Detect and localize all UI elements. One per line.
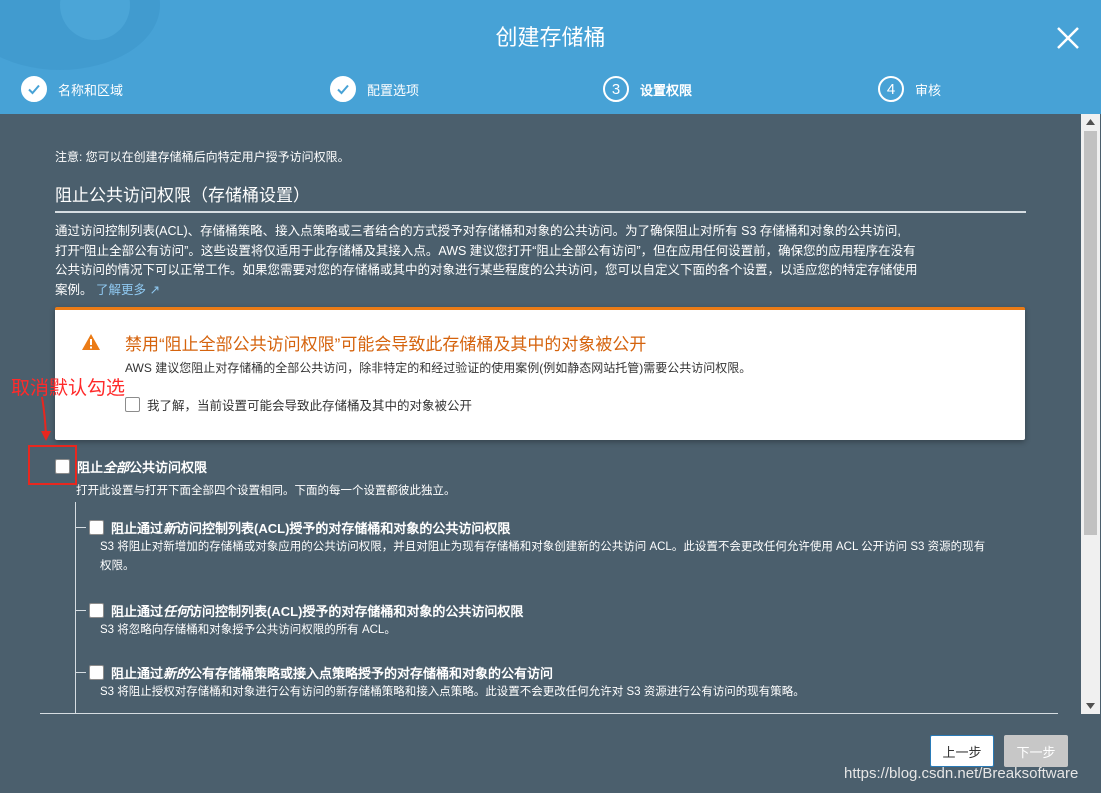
block-new-acl-option: 阻止通过新访问控制列表(ACL)授予的对存储桶和对象的公共访问权限	[75, 518, 510, 537]
description-line: 打开“阻止全部公有访问”。这些设置将仅适用于此存储桶及其接入点。AWS 建议您打…	[55, 243, 916, 258]
label-part: 访问控制列表(ACL)授予的对存储桶和对象的公共访问权限	[176, 521, 511, 536]
block-any-acl-option: 阻止通过任何访问控制列表(ACL)授予的对存储桶和对象的公共访问权限	[75, 601, 523, 620]
block-all-option: 阻止全部公共访问权限	[55, 457, 207, 476]
acknowledge-checkbox[interactable]	[125, 397, 140, 412]
step-label: 设置权限	[640, 82, 693, 98]
annotation-text: 取消默认勾选	[11, 378, 126, 399]
label-part: 公有存储桶策略或接入点策略授予的对存储桶和对象的公有访问	[189, 666, 554, 681]
scroll-down-arrow-icon[interactable]	[1081, 698, 1100, 714]
close-icon[interactable]	[1052, 22, 1084, 54]
step-review[interactable]: 4 审核	[878, 74, 941, 104]
block-any-acl-label: 阻止通过任何访问控制列表(ACL)授予的对存储桶和对象的公共访问权限	[111, 601, 523, 620]
description-line: 案例。 了解更多 ↗	[55, 281, 1025, 301]
acknowledge-label: 我了解，当前设置可能会导致此存储桶及其中的对象被公开	[147, 399, 473, 413]
description-line: 公共访问的情况下可以正常工作。如果您需要对您的存储桶或其中的对象进行某些程度的公…	[55, 263, 918, 277]
annotation-arrow-icon	[41, 396, 51, 441]
block-new-acl-checkbox[interactable]	[89, 520, 104, 535]
dialog-header: 创建存储桶 名称和区域 配置选项 3 设置权限 4 审核	[0, 0, 1101, 114]
step-number: 3	[603, 76, 629, 102]
step-label: 配置选项	[367, 82, 420, 98]
description-tail: 案例。	[55, 282, 93, 297]
previous-button[interactable]: 上一步	[930, 735, 994, 767]
scroll-up-arrow-icon[interactable]	[1081, 114, 1100, 130]
learn-more-link[interactable]: 了解更多 ↗	[96, 283, 160, 297]
permissions-content: 注意: 您可以在创建存储桶后向特定用户授予访问权限。 阻止公共访问权限（存储桶设…	[40, 114, 1082, 714]
warning-icon	[82, 334, 100, 350]
block-any-acl-checkbox[interactable]	[89, 603, 104, 618]
wizard-steps: 名称和区域 配置选项 3 设置权限 4 审核	[0, 74, 1101, 104]
step-number: 4	[878, 76, 904, 102]
watermark: https://blog.csdn.net/Breaksoftware	[844, 765, 1079, 782]
label-part: 阻止通过	[111, 604, 164, 619]
tree-branch	[75, 610, 86, 611]
close-button[interactable]	[1052, 22, 1084, 54]
external-link-icon: ↗	[149, 282, 160, 297]
tree-branch	[75, 527, 86, 528]
divider	[55, 211, 1026, 213]
block-all-label: 阻止全部公共访问权限	[77, 457, 207, 476]
tree-branch	[75, 672, 86, 673]
description-line: 权限。	[100, 560, 135, 572]
footer-divider	[40, 713, 1058, 714]
step-config-options[interactable]: 配置选项	[330, 74, 419, 104]
description-line: 通过访问控制列表(ACL)、存储桶策略、接入点策略或三者结合的方式授予对存储桶和…	[55, 224, 901, 238]
next-button[interactable]: 下一步	[1004, 735, 1068, 767]
learn-more-label: 了解更多	[96, 282, 147, 297]
annotation-highlight-box	[28, 445, 77, 485]
check-icon	[330, 76, 356, 102]
warning-text: AWS 建议您阻止对存储桶的全部公共访问，除非特定的和经过验证的使用案例(例如静…	[125, 361, 752, 375]
vertical-scrollbar[interactable]	[1081, 114, 1100, 714]
label-emphasis: 新	[163, 521, 177, 536]
label-part: 阻止	[77, 460, 104, 475]
block-any-acl-description: S3 将忽略向存储桶和对象授予公共访问权限的所有 ACL。	[100, 624, 396, 636]
scrollbar-thumb[interactable]	[1084, 131, 1097, 535]
step-name-region[interactable]: 名称和区域	[21, 74, 123, 104]
block-new-acl-description: S3 将阻止对新增加的存储桶或对象应用的公共访问权限，并且对阻止为现有存储桶和对…	[100, 538, 1030, 576]
block-new-policy-checkbox[interactable]	[89, 665, 104, 680]
step-label: 审核	[915, 82, 942, 98]
block-new-policy-label: 阻止通过新的公有存储桶策略或接入点策略授予的对存储桶和对象的公有访问	[111, 663, 553, 682]
permissions-note: 注意: 您可以在创建存储桶后向特定用户授予访问权限。	[55, 150, 350, 164]
label-emphasis: 全部	[103, 460, 130, 475]
block-all-description: 打开此设置与打开下面全部四个设置相同。下面的每一个设置都彼此独立。	[76, 485, 456, 497]
check-icon	[21, 76, 47, 102]
block-new-policy-option: 阻止通过新的公有存储桶策略或接入点策略授予的对存储桶和对象的公有访问	[75, 663, 553, 682]
dialog-title: 创建存储桶	[495, 25, 606, 50]
label-part: 公共访问权限	[129, 460, 208, 475]
acknowledge-row: 我了解，当前设置可能会导致此存储桶及其中的对象被公开	[125, 395, 472, 414]
section-description: 通过访问控制列表(ACL)、存储桶策略、接入点策略或三者结合的方式授予对存储桶和…	[55, 222, 1025, 300]
step-set-permissions[interactable]: 3 设置权限	[603, 74, 692, 104]
label-part: 阻止通过	[111, 666, 164, 681]
label-part: 访问控制列表(ACL)授予的对存储桶和对象的公共访问权限	[189, 604, 524, 619]
label-part: 阻止通过	[111, 521, 164, 536]
warning-box: 禁用“阻止全部公共访问权限”可能会导致此存储桶及其中的对象被公开 AWS 建议您…	[55, 307, 1025, 440]
step-label: 名称和区域	[58, 82, 124, 98]
warning-title: 禁用“阻止全部公共访问权限”可能会导致此存储桶及其中的对象被公开	[125, 335, 647, 354]
block-new-policy-description: S3 将阻止授权对存储桶和对象进行公有访问的新存储桶策略和接入点策略。此设置不会…	[100, 686, 805, 698]
description-line: S3 将阻止对新增加的存储桶或对象应用的公共访问权限，并且对阻止为现有存储桶和对…	[100, 541, 986, 553]
label-emphasis: 新的	[163, 666, 190, 681]
section-title: 阻止公共访问权限（存储桶设置）	[55, 186, 310, 205]
label-emphasis: 任何	[163, 604, 190, 619]
block-new-acl-label: 阻止通过新访问控制列表(ACL)授予的对存储桶和对象的公共访问权限	[111, 518, 510, 537]
